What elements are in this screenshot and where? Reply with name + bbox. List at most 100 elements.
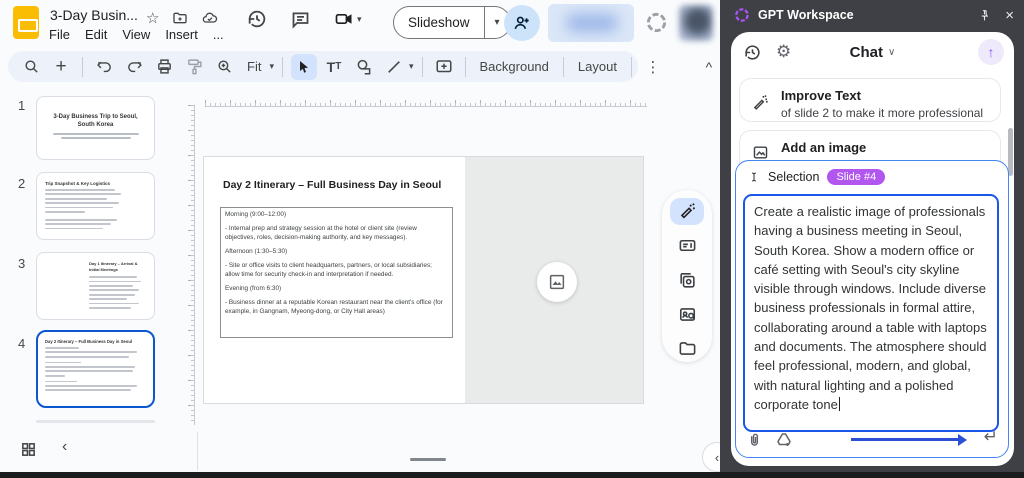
drive-add-icon[interactable] [775, 431, 793, 449]
gpt-chat-card: ⚙ Chat ∨ ↑ Improve Text of slide 2 to ma… [731, 32, 1014, 466]
suggestion-improve-text[interactable]: Improve Text of slide 2 to make it more … [739, 78, 1001, 122]
slide-thumbnail-3[interactable]: Day 1 Itinerary – Arrival & Initial Meet… [36, 252, 155, 320]
panel-scrollbar[interactable] [1008, 128, 1013, 176]
close-panel-icon[interactable]: × [1005, 8, 1014, 23]
meet-camera-button[interactable]: ▾ [333, 9, 362, 29]
new-slide-button[interactable]: + [48, 54, 74, 80]
zoom-fit-select[interactable]: Fit [241, 59, 267, 74]
share-with-people-button[interactable] [504, 5, 540, 41]
slideshow-button[interactable]: Slideshow [394, 15, 484, 30]
prompt-textarea[interactable]: Create a realistic image of professional… [743, 194, 999, 432]
slide-thumbnail-1[interactable]: 3-Day Business Trip to Seoul, South Kore… [36, 96, 155, 160]
select-tool[interactable] [291, 54, 317, 80]
text-cursor-icon [748, 170, 760, 184]
slide-title-text[interactable]: Day 2 Itinerary – Full Business Day in S… [223, 179, 463, 191]
camera-dropdown-icon[interactable]: ▾ [357, 14, 362, 25]
fit-dropdown-icon[interactable]: ▾ [269, 61, 274, 72]
magic-write-icon[interactable] [670, 198, 704, 225]
image-search-icon[interactable] [670, 301, 704, 328]
screen: 3-Day Busin... ☆ File Edit View Insert .… [0, 0, 1024, 478]
cloud-saved-icon[interactable] [201, 10, 219, 26]
slide-body-paragraph: Morning (9:00–12:00) [225, 211, 448, 219]
slide-thumbnail-2[interactable]: Trip Snapshot & Key Logistics [36, 172, 155, 240]
slide-4-number: 4 [18, 336, 25, 351]
selection-card: Selection Slide #4 Create a realistic im… [735, 160, 1009, 458]
menu-edit[interactable]: Edit [85, 27, 107, 42]
slide-body-textbox[interactable]: Morning (9:00–12:00) - Internal prep and… [220, 207, 453, 338]
prompt-footer: ↵ [746, 428, 998, 452]
pin-icon[interactable] [978, 9, 991, 22]
scroll-top-button[interactable]: ↑ [978, 39, 1004, 65]
comments-icon[interactable] [290, 9, 311, 30]
undo-icon[interactable] [91, 54, 117, 80]
history-icon[interactable] [743, 43, 762, 62]
text-card-icon[interactable] [670, 232, 704, 259]
speaker-notes-handle[interactable] [410, 458, 446, 461]
paint-format-icon[interactable] [181, 54, 207, 80]
folder-icon[interactable] [670, 335, 704, 362]
slide-1-number: 1 [18, 98, 25, 113]
background-button[interactable]: Background [474, 59, 555, 74]
slides-toolbar: + Fit ▾ TT ▾ [8, 51, 638, 82]
chat-card-header: ⚙ Chat ∨ ↑ [731, 32, 1014, 72]
slide-editor-page[interactable]: Day 2 Itinerary – Full Business Day in S… [203, 156, 644, 404]
chat-dropdown-icon[interactable]: ∨ [888, 47, 895, 58]
slideshow-split-button[interactable]: Slideshow ▾ [393, 6, 511, 39]
attach-file-icon[interactable] [746, 432, 763, 449]
line-tool[interactable] [381, 54, 407, 80]
image-stack-icon[interactable] [670, 266, 704, 293]
star-icon[interactable]: ☆ [146, 9, 159, 27]
slide-canvas: Day 2 Itinerary – Full Business Day in S… [170, 88, 720, 430]
app-top-bar: 3-Day Busin... ☆ File Edit View Insert .… [0, 0, 720, 46]
selection-slide-badge: Slide #4 [827, 169, 885, 185]
print-icon[interactable] [151, 54, 177, 80]
suggestion-subtitle: of slide 2 to make it more professional [781, 106, 983, 122]
insert-image-loading-button[interactable] [537, 262, 577, 302]
slide-thumbnail-5-partial[interactable] [36, 420, 155, 423]
grid-view-icon[interactable] [20, 441, 37, 458]
selection-label: Selection [768, 170, 819, 184]
redo-icon[interactable] [121, 54, 147, 80]
menu-insert[interactable]: Insert [165, 27, 198, 42]
settings-gear-icon[interactable]: ⚙ [776, 42, 791, 62]
gpt-workspace-extension-icon[interactable] [645, 11, 668, 34]
google-slides-logo-icon[interactable] [13, 6, 39, 39]
search-menus-icon[interactable] [18, 54, 44, 80]
collapse-filmstrip-icon[interactable]: ‹ [62, 438, 67, 456]
shapes-tool[interactable] [351, 54, 377, 80]
menu-view[interactable]: View [122, 27, 150, 42]
zoom-in-icon[interactable] [211, 54, 237, 80]
bottom-bar: ‹ [0, 430, 720, 472]
layout-button[interactable]: Layout [572, 59, 623, 74]
window-bottom-edge [0, 472, 1024, 478]
document-title[interactable]: 3-Day Busin... [50, 7, 138, 23]
more-options-icon[interactable]: ⋮ [640, 54, 666, 80]
gpt-side-toolbar [662, 190, 712, 362]
annotation-arrow [851, 438, 959, 441]
slide-body-paragraph: - Site or office visits to client headqu… [225, 262, 448, 279]
return-key-icon[interactable]: ↵ [984, 427, 998, 447]
slide-thumbnail-4[interactable]: Day 2 Itinerary – Full Business Day in S… [36, 330, 155, 408]
gpt-workspace-panel: GPT Workspace × ⚙ Chat ∨ ↑ [720, 0, 1024, 478]
slide-body-paragraph: - Internal prep and strategy session at … [225, 225, 448, 242]
version-history-icon[interactable] [246, 8, 268, 30]
slide-3-number: 3 [18, 256, 25, 271]
menu-file[interactable]: File [49, 27, 70, 42]
menu-overflow[interactable]: ... [213, 27, 224, 42]
text-box-tool[interactable]: TT [321, 54, 347, 80]
panel-header: GPT Workspace × [720, 0, 1024, 30]
line-dropdown-icon[interactable]: ▾ [409, 61, 414, 72]
share-button-blurred[interactable] [548, 4, 634, 42]
insert-comment-icon[interactable] [431, 54, 457, 80]
account-avatar[interactable] [679, 5, 713, 41]
collapse-toolbar-icon[interactable]: ^ [696, 54, 722, 80]
move-to-folder-icon[interactable] [172, 10, 188, 26]
slide-filmstrip: 1 2 3 4 3-Day Business Trip to Seoul, So… [0, 88, 170, 430]
add-image-icon [752, 144, 769, 161]
suggestion-title: Improve Text [781, 88, 983, 104]
slide-body-paragraph: Evening (from 6:30) [225, 285, 448, 293]
horizontal-ruler [205, 99, 647, 107]
gpt-workspace-logo-icon [734, 7, 750, 23]
chat-mode-label[interactable]: Chat [850, 44, 883, 61]
slide-2-number: 2 [18, 176, 25, 191]
